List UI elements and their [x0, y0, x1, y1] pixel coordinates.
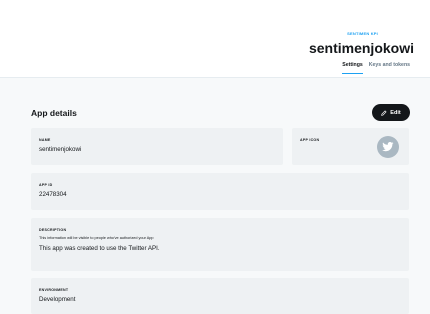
- app-settings-page: SENTIMEN KPI sentimenjokowi Settings Key…: [0, 0, 430, 314]
- environment-label: ENVIRONMENT: [39, 288, 69, 292]
- edit-button[interactable]: Edit: [372, 104, 410, 121]
- description-value: This app was created to use the Twitter …: [39, 245, 160, 252]
- tab-keys-and-tokens[interactable]: Keys and tokens: [369, 62, 410, 74]
- tab-bar: Settings Keys and tokens: [342, 62, 410, 74]
- tab-settings[interactable]: Settings: [342, 62, 363, 74]
- name-value: sentimenjokowi: [39, 146, 82, 153]
- app-header: SENTIMEN KPI sentimenjokowi Settings Key…: [0, 0, 430, 78]
- name-card: NAME sentimenjokowi: [31, 128, 283, 165]
- app-id-value: 22478304: [39, 191, 67, 198]
- description-card: DESCRIPTION This information will be vis…: [31, 218, 409, 271]
- description-label: DESCRIPTION: [39, 228, 67, 232]
- edit-button-label: Edit: [390, 109, 401, 116]
- app-icon-label: APP ICON: [300, 138, 320, 142]
- app-kicker: SENTIMEN KPI: [347, 31, 378, 36]
- name-label: NAME: [39, 138, 51, 142]
- app-id-label: APP ID: [39, 183, 53, 187]
- twitter-bird-icon: [377, 136, 399, 158]
- environment-value: Development: [39, 296, 76, 303]
- pencil-icon: [381, 110, 387, 116]
- section-title: App details: [31, 108, 77, 118]
- description-help-text: This information will be visible to peop…: [39, 236, 154, 240]
- app-title: sentimenjokowi: [308, 40, 414, 56]
- environment-card: ENVIRONMENT Development: [31, 278, 409, 314]
- app-icon-card: APP ICON: [292, 128, 409, 165]
- app-id-card: APP ID 22478304: [31, 173, 409, 210]
